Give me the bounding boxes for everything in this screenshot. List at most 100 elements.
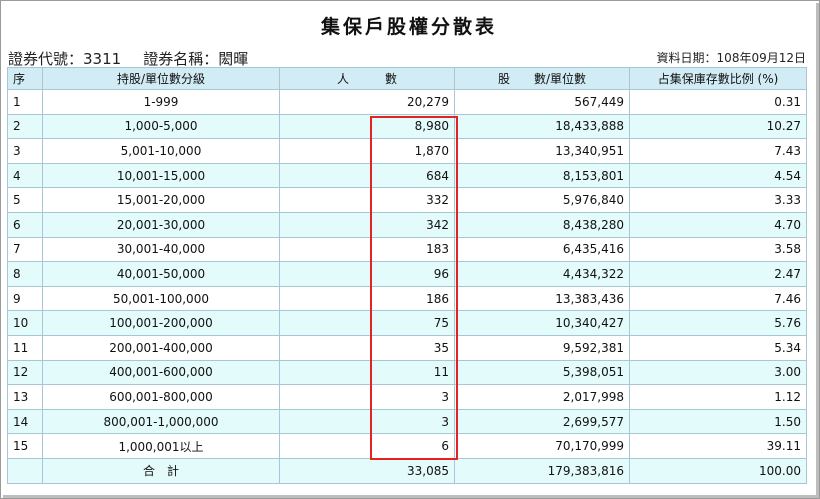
row-shares: 2,699,577: [454, 408, 630, 435]
data-date: 資料日期：108年09月12日: [656, 51, 806, 65]
row-holders: 75: [279, 310, 455, 336]
row-percent: 5.34: [629, 334, 807, 361]
row-level: 1,000-5,000: [42, 113, 280, 140]
row-index: 1: [7, 89, 43, 115]
table-row: 5 15,001-20,000 332 5,976,840 3.33: [7, 187, 807, 213]
table-row: 10 100,001-200,000 75 10,340,427 5.76: [7, 310, 807, 336]
row-shares: 13,383,436: [454, 285, 630, 312]
row-holders: 183: [279, 236, 455, 263]
row-holders: 3: [279, 384, 455, 410]
row-holders: 1,870: [279, 138, 455, 164]
row-level: 40,001-50,000: [42, 261, 280, 287]
row-percent: 3.58: [629, 236, 807, 263]
row-holders: 6: [279, 433, 455, 459]
total-index-cell: [7, 457, 43, 484]
row-index: 4: [7, 162, 43, 189]
row-shares: 4,434,322: [454, 261, 630, 287]
table-row: 15 1,000,001以上 6 70,170,999 39.11: [7, 433, 807, 459]
row-index: 12: [7, 359, 43, 386]
row-shares: 5,976,840: [454, 187, 630, 213]
frame-shadow-right: [816, 3, 819, 497]
row-percent: 2.47: [629, 261, 807, 287]
row-percent: 3.00: [629, 359, 807, 386]
row-level: 30,001-40,000: [42, 236, 280, 263]
total-row: 合 計 33,085 179,383,816 100.00: [7, 457, 807, 484]
row-holders: 342: [279, 211, 455, 238]
row-percent: 7.43: [629, 138, 807, 164]
row-level: 10,001-15,000: [42, 162, 280, 189]
row-index: 10: [7, 310, 43, 336]
stock-name: 閎暉: [218, 50, 249, 68]
row-shares: 9,592,381: [454, 334, 630, 361]
col-header-index: 序: [7, 67, 43, 90]
total-holders: 33,085: [279, 457, 455, 484]
row-shares: 13,340,951: [454, 138, 630, 164]
col-header-holders: 人 數: [279, 67, 455, 90]
row-index: 5: [7, 187, 43, 213]
row-shares: 6,435,416: [454, 236, 630, 263]
row-holders: 684: [279, 162, 455, 189]
row-level: 15,001-20,000: [42, 187, 280, 213]
row-percent: 7.46: [629, 285, 807, 312]
row-index: 2: [7, 113, 43, 140]
row-percent: 1.12: [629, 384, 807, 410]
table-row: 14 800,001-1,000,000 3 2,699,577 1.50: [7, 408, 807, 435]
col-header-level: 持股/單位數分級: [42, 67, 280, 90]
row-index: 8: [7, 261, 43, 287]
row-level: 50,001-100,000: [42, 285, 280, 312]
row-level: 100,001-200,000: [42, 310, 280, 336]
row-index: 3: [7, 138, 43, 164]
row-shares: 10,340,427: [454, 310, 630, 336]
row-index: 15: [7, 433, 43, 459]
table-row: 9 50,001-100,000 186 13,383,436 7.46: [7, 285, 807, 312]
stock-name-label: 證券名稱：: [143, 50, 219, 68]
row-holders: 186: [279, 285, 455, 312]
row-index: 7: [7, 236, 43, 263]
row-shares: 2,017,998: [454, 384, 630, 410]
row-level: 200,001-400,000: [42, 334, 280, 361]
row-holders: 8,980: [279, 113, 455, 140]
row-index: 11: [7, 334, 43, 361]
row-level: 20,001-30,000: [42, 211, 280, 238]
row-shares: 8,153,801: [454, 162, 630, 189]
frame-shadow-bottom: [3, 495, 819, 498]
page-title: 集保戶股權分散表: [320, 16, 497, 38]
table-row: 13 600,001-800,000 3 2,017,998 1.12: [7, 384, 807, 410]
row-holders: 20,279: [279, 89, 455, 115]
row-level: 1-999: [42, 89, 280, 115]
row-shares: 567,449: [454, 89, 630, 115]
row-percent: 0.31: [629, 89, 807, 115]
row-percent: 39.11: [629, 433, 807, 459]
shareholding-distribution-table: 序 持股/單位數分級 人 數 股 數/單位數 占集保庫存數比例 (%) 1 1-9…: [7, 67, 807, 484]
row-index: 14: [7, 408, 43, 435]
table-header-row: 序 持股/單位數分級 人 數 股 數/單位數 占集保庫存數比例 (%): [7, 67, 807, 90]
row-percent: 3.33: [629, 187, 807, 213]
row-shares: 18,433,888: [454, 113, 630, 140]
row-holders: 96: [279, 261, 455, 287]
row-holders: 11: [279, 359, 455, 386]
row-shares: 70,170,999: [454, 433, 630, 459]
table-row: 8 40,001-50,000 96 4,434,322 2.47: [7, 261, 807, 287]
table-row: 6 20,001-30,000 342 8,438,280 4.70: [7, 211, 807, 238]
total-shares: 179,383,816: [454, 457, 630, 484]
row-percent: 1.50: [629, 408, 807, 435]
row-level: 600,001-800,000: [42, 384, 280, 410]
stock-code: 3311: [83, 50, 122, 68]
row-index: 9: [7, 285, 43, 312]
row-shares: 5,398,051: [454, 359, 630, 386]
table-row: 7 30,001-40,000 183 6,435,416 3.58: [7, 236, 807, 263]
row-percent: 4.54: [629, 162, 807, 189]
row-level: 1,000,001以上: [42, 433, 280, 459]
table-row: 4 10,001-15,000 684 8,153,801 4.54: [7, 162, 807, 189]
row-index: 6: [7, 211, 43, 238]
row-percent: 4.70: [629, 211, 807, 238]
table-row: 12 400,001-600,000 11 5,398,051 3.00: [7, 359, 807, 386]
row-level: 800,001-1,000,000: [42, 408, 280, 435]
total-label: 合 計: [42, 457, 280, 484]
stock-code-label: 證券代號：: [8, 50, 84, 68]
table-row: 2 1,000-5,000 8,980 18,433,888 10.27: [7, 113, 807, 140]
row-percent: 10.27: [629, 113, 807, 140]
row-level: 5,001-10,000: [42, 138, 280, 164]
row-holders: 332: [279, 187, 455, 213]
col-header-shares: 股 數/單位數: [454, 67, 630, 90]
